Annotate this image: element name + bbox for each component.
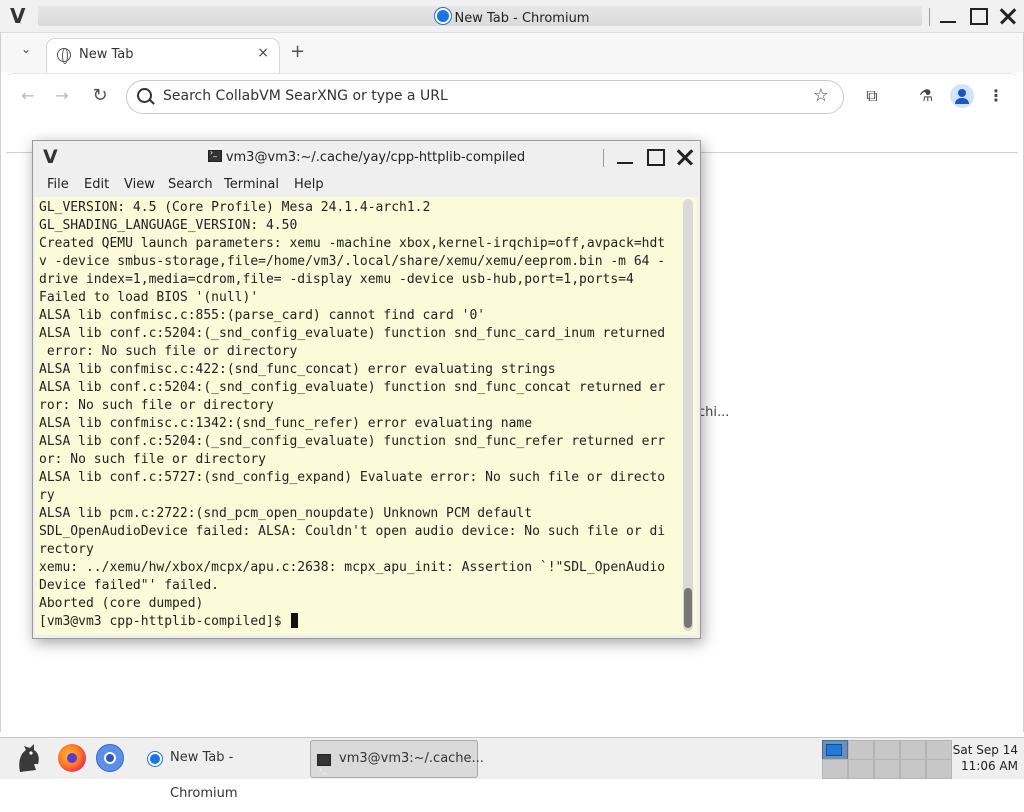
tab-strip: ⌄ New Tab × + — [0, 33, 1024, 73]
globe-icon — [57, 48, 71, 64]
menu-edit[interactable]: Edit — [84, 177, 109, 192]
workspace-2[interactable] — [848, 740, 874, 760]
new-tab-button[interactable]: + — [290, 41, 305, 62]
tab-label: New Tab — [79, 47, 134, 62]
taskbar-item-chromium[interactable]: New Tab - Chromium — [142, 740, 304, 801]
terminal-output[interactable]: GL_VERSION: 4.5 (Core Profile) Mesa 24.1… — [35, 197, 697, 635]
taskbar-item-label: vm3@vm3:~/.cache... — [339, 751, 484, 766]
terminal-line: Created QEMU launch parameters: xemu -ma… — [39, 236, 666, 251]
menu-search[interactable]: Search — [168, 177, 213, 192]
back-button[interactable]: ← — [16, 84, 40, 108]
reload-button[interactable]: ↻ — [88, 84, 112, 108]
workspace-3[interactable] — [874, 740, 900, 760]
terminal-line: ALSA lib pcm.c:2722:(snd_pcm_open_noupda… — [39, 506, 533, 521]
taskbar-item-label: New Tab - Chromium — [170, 750, 238, 801]
search-icon — [137, 88, 152, 103]
tab-new-tab[interactable]: New Tab × — [46, 38, 280, 73]
terminal-line: drive index=1,media=cdrom,file= -display… — [39, 272, 634, 287]
menu-file[interactable]: File — [47, 177, 69, 192]
terminal-line: xemu: ../xemu/hw/xbox/mcpx/apu.c:2638: m… — [39, 560, 666, 575]
window-title-text: New Tab - Chromium — [454, 11, 590, 26]
terminal-line: ALSA lib confmisc.c:1342:(snd_func_refer… — [39, 416, 533, 431]
firefox-icon[interactable] — [58, 744, 86, 772]
workspace-9[interactable] — [900, 759, 926, 779]
workspace-8[interactable] — [874, 759, 900, 779]
terminal-titlebar[interactable]: V vm3@vm3:~/.cache/yay/cpp-httplib-compi… — [33, 141, 700, 173]
terminal-lines: GL_VERSION: 4.5 (Core Profile) Mesa 24.1… — [39, 199, 679, 631]
workspace-6[interactable] — [822, 759, 848, 779]
workspace-4[interactable] — [900, 740, 926, 760]
minimize-button[interactable] — [936, 4, 960, 28]
profile-avatar-icon[interactable] — [950, 84, 974, 108]
labs-flask-icon[interactable]: ⚗ — [916, 86, 936, 106]
tab-search-dropdown-icon[interactable]: ⌄ — [16, 39, 36, 59]
tab-close-icon[interactable]: × — [257, 45, 269, 61]
terminal-window-title: vm3@vm3:~/.cache/yay/cpp-httplib-compile… — [33, 148, 700, 165]
minimize-button[interactable] — [613, 145, 637, 169]
terminal-line: ry — [39, 488, 55, 503]
terminal-line: ALSA lib conf.c:5204:(_snd_config_evalua… — [39, 434, 666, 449]
clock[interactable]: Sat Sep 14 11:06 AM — [953, 742, 1018, 774]
prompt-text: [vm3@vm3 cpp-httplib-compiled]$ — [39, 614, 290, 629]
titlebar-separator — [603, 149, 604, 167]
omnibox[interactable]: Search CollabVM SearXNG or type a URL ☆ — [126, 80, 844, 114]
clock-time: 11:06 AM — [961, 759, 1018, 773]
terminal-line: ror: No such file or directory — [39, 398, 274, 413]
chromium-icon — [434, 8, 451, 24]
terminal-line: GL_SHADING_LANGUAGE_VERSION: 4.50 — [39, 218, 298, 233]
maximize-button[interactable] — [966, 4, 990, 28]
menu-help[interactable]: Help — [294, 177, 324, 192]
terminal-line: error: No such file or directory — [39, 344, 298, 359]
terminal-prompt[interactable]: [vm3@vm3 cpp-httplib-compiled]$ — [39, 613, 679, 631]
workspace-5[interactable] — [926, 740, 952, 760]
terminal-line: ALSA lib conf.c:5204:(_snd_config_evalua… — [39, 326, 666, 341]
terminal-title-text: vm3@vm3:~/.cache/yay/cpp-httplib-compile… — [225, 150, 526, 165]
taskbar: New Tab - Chromium vm3@vm3:~/.cache... S… — [0, 737, 1024, 801]
terminal-line: Failed to load BIOS '(null)' — [39, 290, 259, 305]
forward-button[interactable]: → — [50, 84, 74, 108]
workspace-10[interactable] — [926, 759, 952, 779]
close-button[interactable] — [996, 4, 1020, 28]
close-button[interactable] — [673, 145, 697, 169]
terminal-icon — [207, 148, 222, 162]
menu-terminal[interactable]: Terminal — [224, 177, 279, 192]
maximize-button[interactable] — [643, 145, 667, 169]
terminal-line: GL_VERSION: 4.5 (Core Profile) Mesa 24.1… — [39, 200, 431, 215]
text-cursor — [291, 613, 299, 628]
terminal-line: SDL_OpenAudioDevice failed: ALSA: Couldn… — [39, 524, 666, 539]
start-menu-icon[interactable] — [14, 742, 42, 774]
taskbar-item-terminal[interactable]: vm3@vm3:~/.cache... — [310, 740, 484, 788]
chromium-launcher-icon[interactable] — [96, 744, 124, 772]
bookmark-star-icon[interactable]: ☆ — [813, 85, 829, 106]
terminal-line: Aborted (core dumped) — [39, 596, 204, 611]
chromium-titlebar[interactable]: V New Tab - Chromium — [0, 0, 1024, 33]
terminal-icon — [317, 752, 331, 788]
hidden-shortcut-label[interactable]: chi... — [698, 405, 729, 420]
terminal-line: ALSA lib conf.c:5727:(snd_config_expand)… — [39, 470, 666, 485]
terminal-line: ALSA lib conf.c:5204:(_snd_config_evalua… — [39, 380, 666, 395]
terminal-line: ALSA lib confmisc.c:855:(parse_card) can… — [39, 308, 486, 323]
terminal-window[interactable]: V vm3@vm3:~/.cache/yay/cpp-httplib-compi… — [32, 140, 701, 639]
terminal-line: rectory — [39, 542, 94, 557]
workspace-1[interactable] — [822, 740, 848, 760]
window-border-left — [0, 32, 1, 732]
scrollbar-thumb[interactable] — [684, 588, 692, 628]
omnibox-placeholder[interactable]: Search CollabVM SearXNG or type a URL — [163, 88, 448, 104]
terminal-line: Device failed"' failed. — [39, 578, 220, 593]
titlebar-separator — [929, 8, 930, 26]
terminal-scrollbar[interactable] — [683, 199, 693, 631]
workspace-7[interactable] — [848, 759, 874, 779]
extensions-puzzle-icon[interactable]: ⧉ — [862, 86, 882, 106]
terminal-line: or: No such file or directory — [39, 452, 266, 467]
terminal-menubar: File Edit View Search Terminal Help — [33, 175, 700, 197]
menu-view[interactable]: View — [124, 177, 155, 192]
clock-date: Sat Sep 14 — [952, 743, 1018, 757]
terminal-line: v -device smbus-storage,file=/home/vm3/.… — [39, 254, 666, 269]
chrome-menu-icon[interactable]: ⋮ — [986, 86, 1006, 106]
chromium-window-title: New Tab - Chromium — [0, 8, 1024, 26]
chromium-icon — [148, 752, 162, 766]
terminal-line: ALSA lib confmisc.c:422:(snd_func_concat… — [39, 362, 556, 377]
browser-toolbar: ← → ↻ Search CollabVM SearXNG or type a … — [6, 73, 1018, 120]
workspace-pager[interactable] — [822, 738, 952, 779]
